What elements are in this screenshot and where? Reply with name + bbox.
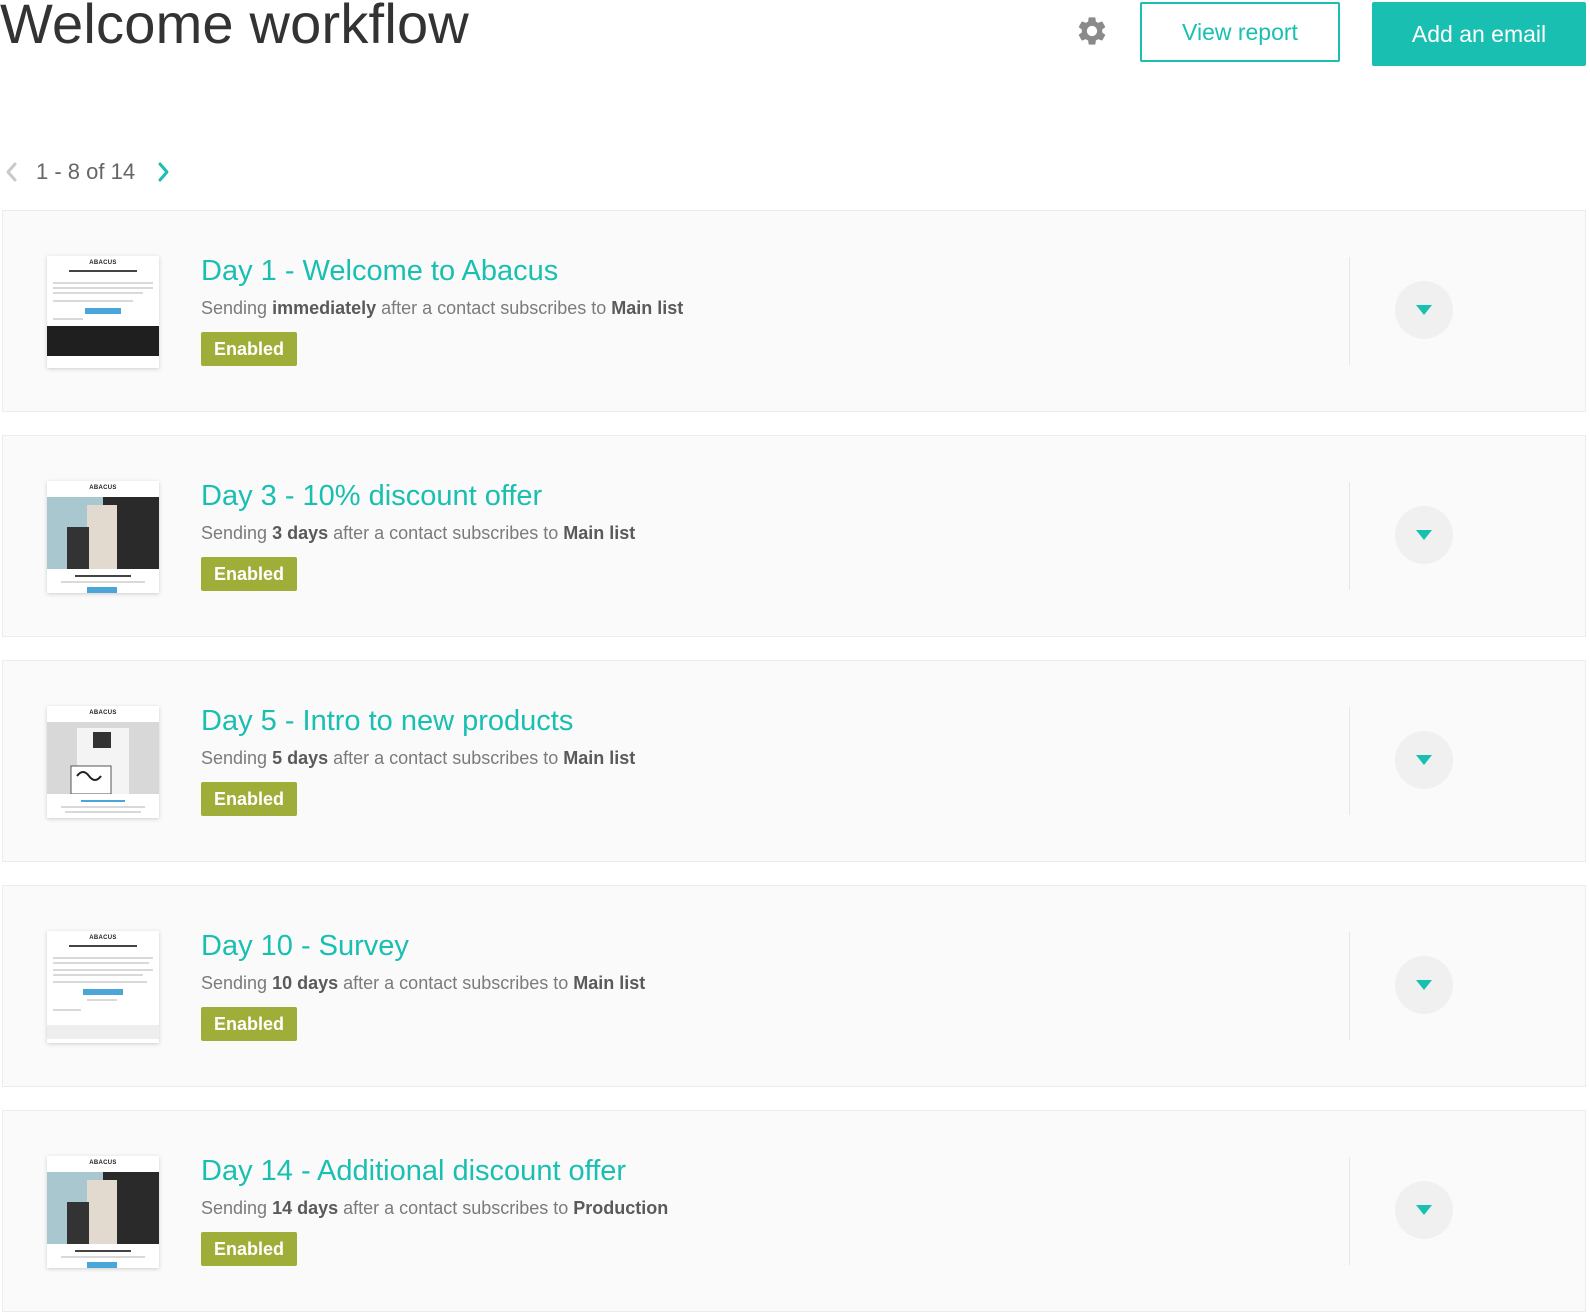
divider bbox=[1349, 932, 1350, 1040]
status-badge: Enabled bbox=[201, 557, 297, 591]
gear-icon bbox=[1075, 14, 1109, 53]
pagination: 1 - 8 of 14 bbox=[0, 152, 175, 192]
status-badge: Enabled bbox=[201, 782, 297, 816]
expand-button[interactable] bbox=[1395, 956, 1453, 1014]
email-card: ABACUS Day 5 - Intro to new products Sen… bbox=[2, 660, 1586, 862]
email-schedule: Sending 14 days after a contact subscrib… bbox=[201, 1198, 669, 1218]
email-thumbnail[interactable]: ABACUS bbox=[47, 706, 159, 818]
email-card: ABACUS Day 10 - Survey Sending 10 days a… bbox=[2, 885, 1586, 1087]
email-schedule: Sending 10 days after a contact subscrib… bbox=[201, 973, 646, 993]
thumbnail-brand: ABACUS bbox=[89, 1160, 117, 1166]
status-badge: Enabled bbox=[201, 1007, 297, 1041]
email-thumbnail[interactable]: ABACUS bbox=[47, 931, 159, 1043]
email-card: ABACUS Day 14 - Additional discount offe… bbox=[2, 1110, 1586, 1312]
chevron-left-icon bbox=[6, 162, 17, 182]
email-title[interactable]: Day 10 - Survey bbox=[201, 930, 409, 963]
status-badge: Enabled bbox=[201, 332, 297, 366]
caret-down-icon bbox=[1416, 980, 1432, 990]
expand-button[interactable] bbox=[1395, 281, 1453, 339]
next-page-button[interactable] bbox=[153, 155, 175, 189]
divider bbox=[1349, 482, 1350, 590]
workflow-page: Welcome workflow View report Add an emai… bbox=[0, 0, 1590, 1313]
email-title[interactable]: Day 14 - Additional discount offer bbox=[201, 1155, 626, 1188]
add-email-button[interactable]: Add an email bbox=[1372, 2, 1586, 66]
email-title[interactable]: Day 3 - 10% discount offer bbox=[201, 480, 542, 513]
pagination-range: 1 - 8 of 14 bbox=[36, 159, 136, 184]
email-schedule: Sending 5 days after a contact subscribe… bbox=[201, 748, 636, 768]
page-header: Welcome workflow View report Add an emai… bbox=[0, 0, 1590, 80]
expand-button[interactable] bbox=[1395, 731, 1453, 789]
email-thumbnail[interactable]: ABACUS bbox=[47, 481, 159, 593]
caret-down-icon bbox=[1416, 305, 1432, 315]
settings-button[interactable] bbox=[1074, 15, 1110, 51]
divider bbox=[1349, 707, 1350, 815]
thumbnail-brand: ABACUS bbox=[89, 260, 117, 266]
chevron-right-icon bbox=[158, 162, 169, 182]
email-schedule: Sending 3 days after a contact subscribe… bbox=[201, 523, 636, 543]
caret-down-icon bbox=[1416, 755, 1432, 765]
prev-page-button[interactable] bbox=[0, 155, 22, 189]
email-schedule: Sending immediately after a contact subs… bbox=[201, 298, 684, 318]
thumbnail-brand: ABACUS bbox=[89, 935, 117, 941]
email-thumbnail[interactable]: ABACUS bbox=[47, 1156, 159, 1268]
expand-button[interactable] bbox=[1395, 1181, 1453, 1239]
caret-down-icon bbox=[1416, 1205, 1432, 1215]
divider bbox=[1349, 1157, 1350, 1265]
email-card: ABACUS Day 3 - 10% discount offer Sendin… bbox=[2, 435, 1586, 637]
email-card: ABACUS Day 1 - Welcome to Abacus Sending… bbox=[2, 210, 1586, 412]
page-title: Welcome workflow bbox=[0, 0, 469, 55]
email-thumbnail[interactable]: ABACUS bbox=[47, 256, 159, 368]
email-list: ABACUS Day 1 - Welcome to Abacus Sending… bbox=[2, 210, 1586, 1313]
divider bbox=[1349, 257, 1350, 365]
email-title[interactable]: Day 1 - Welcome to Abacus bbox=[201, 255, 558, 288]
caret-down-icon bbox=[1416, 530, 1432, 540]
view-report-button[interactable]: View report bbox=[1140, 2, 1340, 62]
thumbnail-brand: ABACUS bbox=[89, 710, 117, 716]
status-badge: Enabled bbox=[201, 1232, 297, 1266]
email-title[interactable]: Day 5 - Intro to new products bbox=[201, 705, 573, 738]
expand-button[interactable] bbox=[1395, 506, 1453, 564]
thumbnail-brand: ABACUS bbox=[89, 485, 117, 491]
